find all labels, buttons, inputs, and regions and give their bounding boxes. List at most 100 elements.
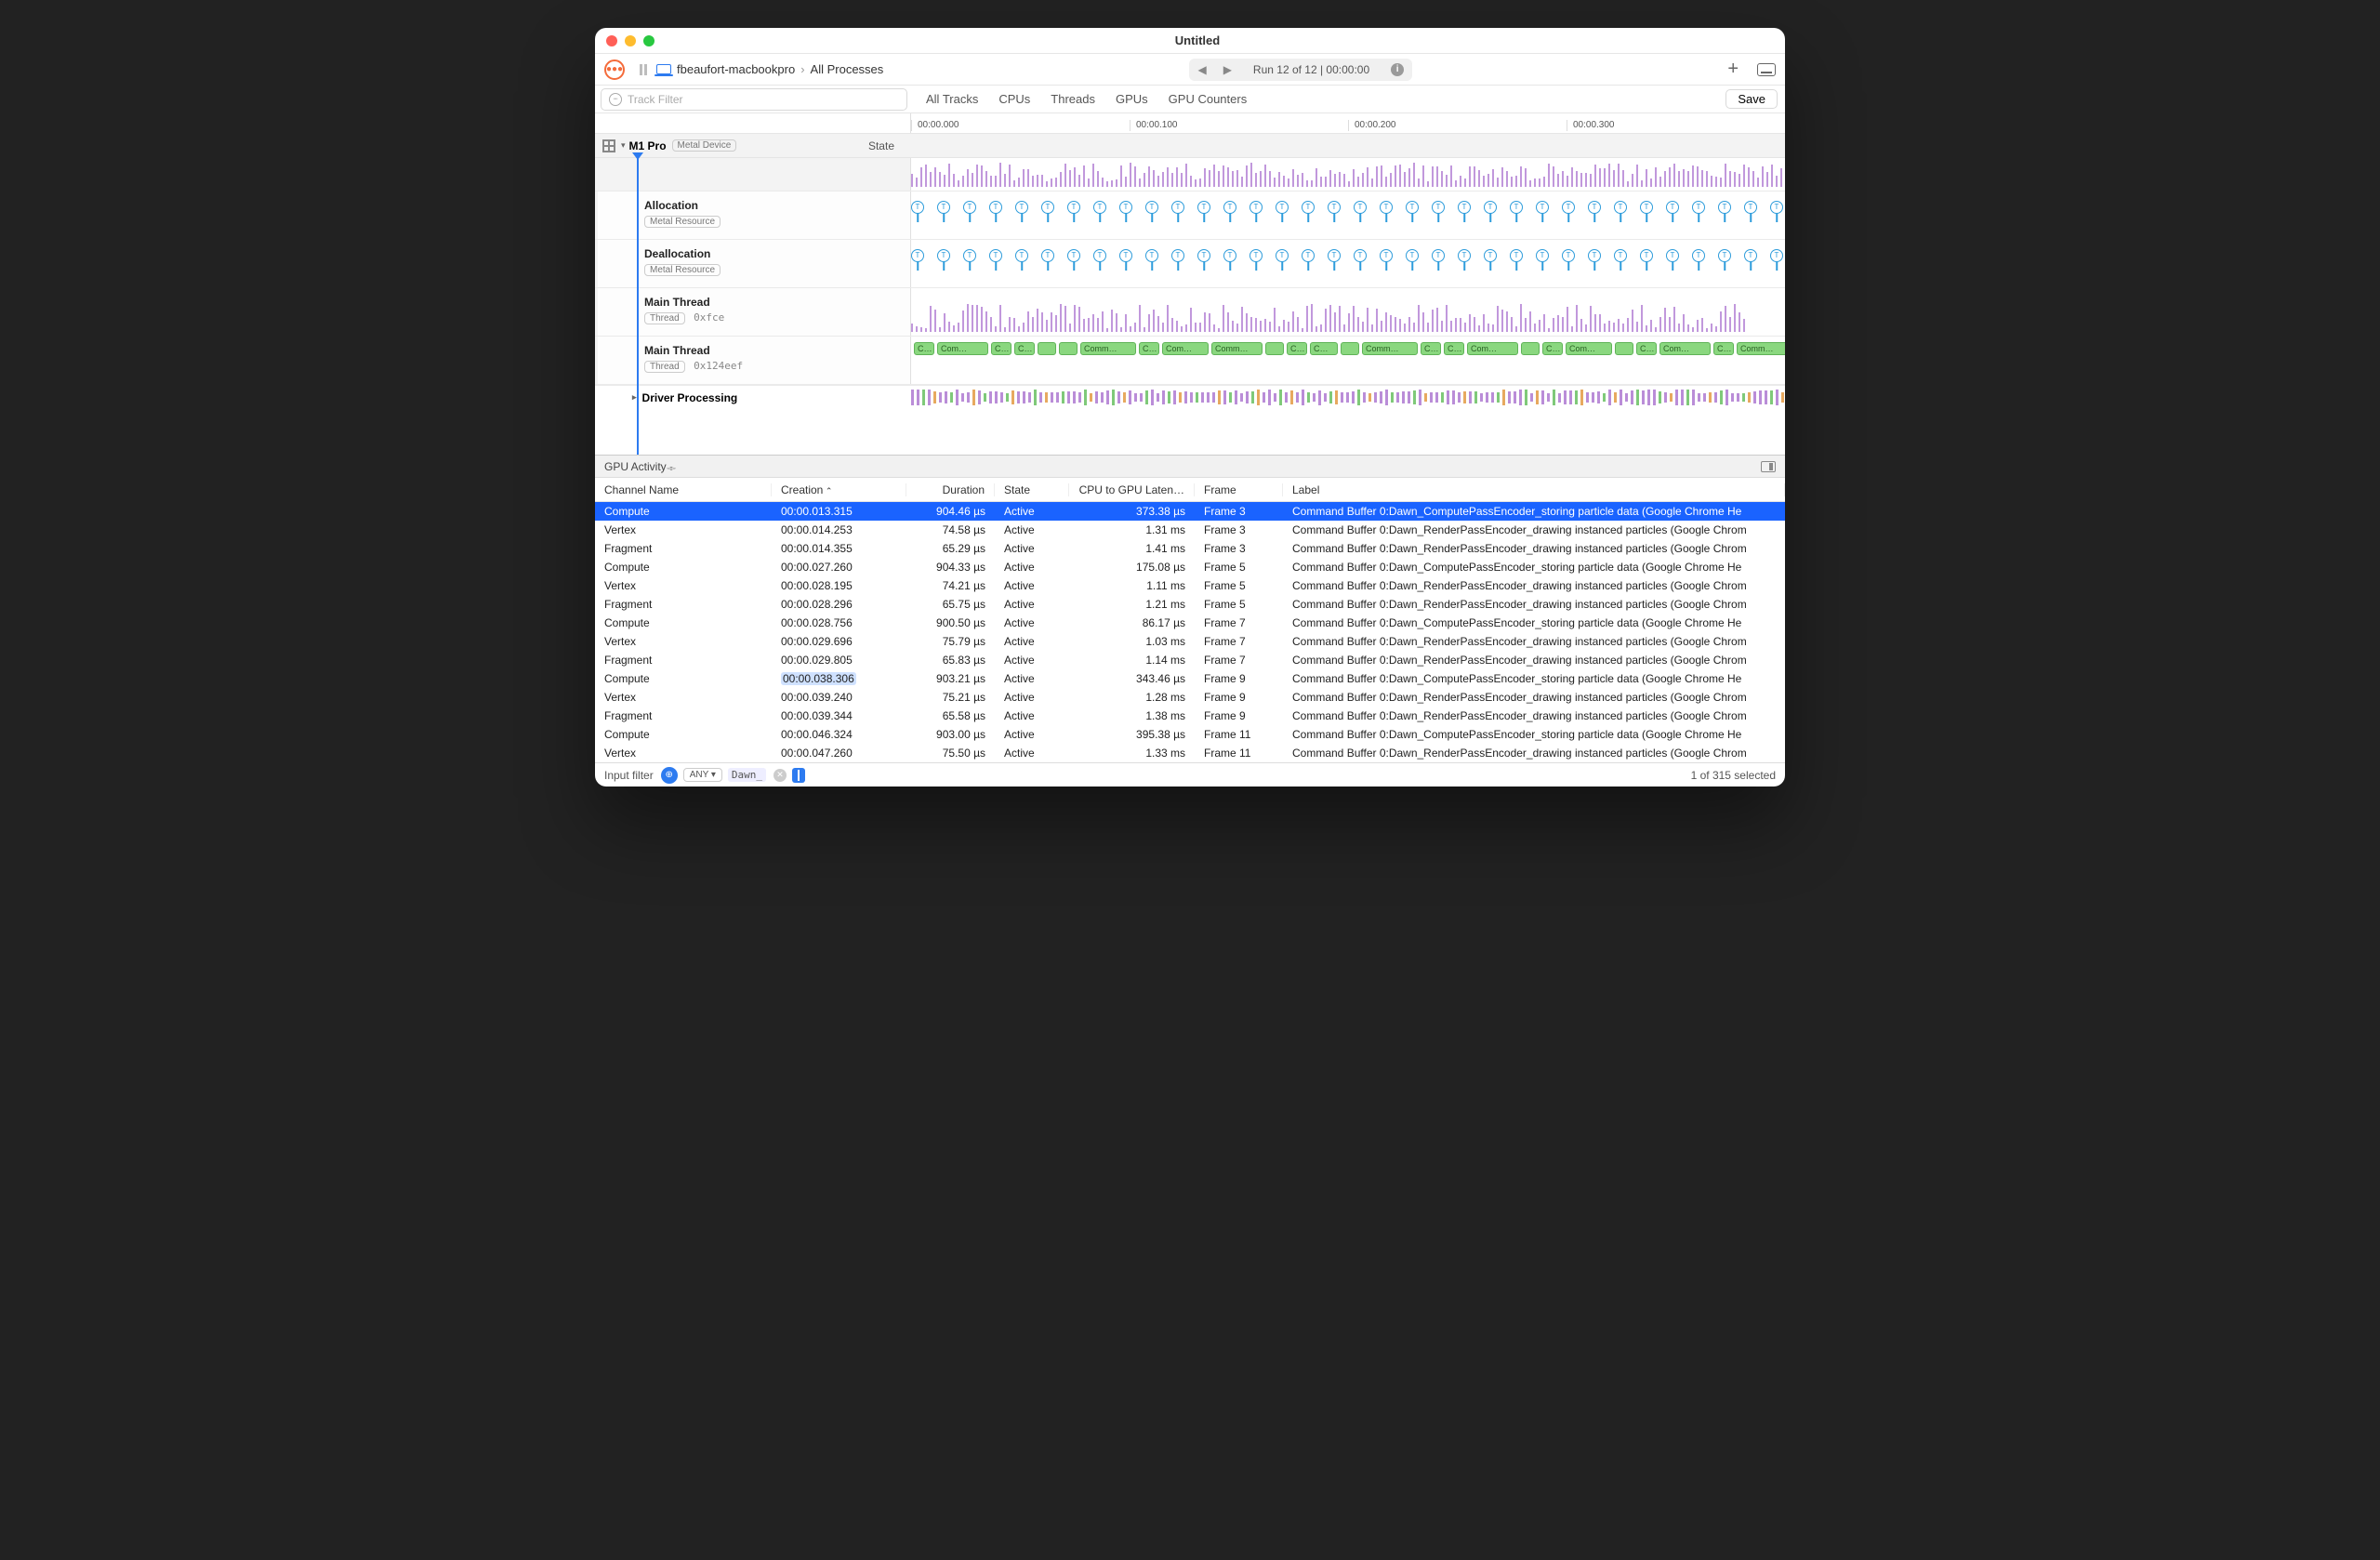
- record-icon[interactable]: ●●●: [604, 59, 625, 80]
- table-row[interactable]: Fragment00:00.028.29665.75 µsActive1.21 …: [595, 595, 1785, 614]
- track-main-thread-1: Main Thread Thread 0xfce: [595, 288, 1785, 337]
- table-body: Compute00:00.013.315904.46 µsActive373.3…: [595, 502, 1785, 762]
- track-name: Deallocation: [644, 247, 901, 260]
- panel-dropdown[interactable]: GPU Activity: [604, 460, 674, 473]
- run-prev-icon[interactable]: ◀: [1189, 63, 1214, 76]
- crumb-processes: All Processes: [811, 62, 884, 76]
- run-text: Run 12 of 12 | 00:00:00: [1240, 63, 1382, 76]
- state-lane[interactable]: [911, 158, 1785, 191]
- track-name: Main Thread: [644, 296, 901, 309]
- traffic-lights: [606, 35, 654, 46]
- selection-count: 1 of 315 selected: [1691, 769, 1776, 782]
- table-row[interactable]: Vertex00:00.047.26075.50 µsActive1.33 ms…: [595, 744, 1785, 762]
- device-type-pill: Metal Device: [672, 139, 737, 152]
- col-creation[interactable]: Creation: [772, 483, 906, 496]
- pause-button[interactable]: [640, 64, 647, 75]
- ruler-tick: 00:00.300: [1567, 120, 1785, 131]
- save-button[interactable]: Save: [1726, 89, 1778, 109]
- table-row[interactable]: Vertex00:00.028.19574.21 µsActive1.11 ms…: [595, 576, 1785, 595]
- table-row[interactable]: Vertex00:00.029.69675.79 µsActive1.03 ms…: [595, 632, 1785, 651]
- tab-threads[interactable]: Threads: [1051, 92, 1095, 106]
- table-row[interactable]: Vertex00:00.039.24075.21 µsActive1.28 ms…: [595, 688, 1785, 707]
- breadcrumb[interactable]: fbeaufort-macbookpro › All Processes: [656, 62, 883, 76]
- filter-chip[interactable]: Dawn_: [728, 768, 766, 782]
- device-name: M1 Pro: [629, 139, 667, 152]
- tab-all-tracks[interactable]: All Tracks: [926, 92, 978, 106]
- col-frame[interactable]: Frame: [1195, 483, 1283, 496]
- machine-name: fbeaufort-macbookpro: [677, 62, 795, 76]
- allocation-lane[interactable]: TTTTTTTTTTTTTTTTTTTTTTTTTTTTTTTTTTTTTTTT…: [911, 192, 1785, 239]
- close-icon[interactable]: [606, 35, 617, 46]
- filter-bar: ┉ Track Filter All Tracks CPUs Threads G…: [595, 86, 1785, 113]
- run-next-icon[interactable]: ▶: [1215, 63, 1240, 76]
- track-name: Allocation: [644, 199, 901, 212]
- footer-bar: Input filter ⊕ ANY ▾ Dawn_ ✕ 1 of 315 se…: [595, 762, 1785, 787]
- main-area: Allocation Metal Resource TTTTTTTTTTTTTT…: [595, 158, 1785, 456]
- table-row[interactable]: Compute00:00.046.324903.00 µsActive395.3…: [595, 725, 1785, 744]
- table-row[interactable]: Compute00:00.028.756900.50 µsActive86.17…: [595, 614, 1785, 632]
- layout-toggle-icon[interactable]: [1757, 63, 1776, 76]
- col-latency[interactable]: CPU to GPU Laten…: [1069, 483, 1195, 496]
- track-pill: Thread: [644, 312, 685, 324]
- table-row[interactable]: Compute00:00.038.306903.21 µsActive343.4…: [595, 669, 1785, 688]
- ruler-tick: 00:00.000: [911, 120, 1130, 131]
- col-state[interactable]: State: [995, 483, 1069, 496]
- driver-label: Driver Processing: [642, 391, 738, 404]
- ruler-tick: 00:00.200: [1348, 120, 1567, 131]
- clear-filter-icon[interactable]: ✕: [774, 769, 787, 782]
- table-row[interactable]: Fragment00:00.029.80565.83 µsActive1.14 …: [595, 651, 1785, 669]
- deallocation-lane[interactable]: TTTTTTTTTTTTTTTTTTTTTTTTTTTTTTTTTTTTTTTT…: [911, 240, 1785, 287]
- run-info-button[interactable]: i: [1382, 63, 1412, 76]
- table-row[interactable]: Vertex00:00.014.25374.58 µsActive1.31 ms…: [595, 521, 1785, 539]
- ruler-tick: 00:00.100: [1130, 120, 1348, 131]
- state-label: State: [868, 139, 894, 152]
- zoom-icon[interactable]: [643, 35, 654, 46]
- view-tabs: All Tracks CPUs Threads GPUs GPU Counter…: [926, 92, 1247, 106]
- track-pill: Metal Resource: [644, 264, 721, 276]
- track-main-thread-2: Main Thread Thread 0x124eef C…Com…C…C…Co…: [595, 337, 1785, 385]
- filter-any-dropdown[interactable]: ANY ▾: [683, 768, 722, 782]
- window-title: Untitled: [654, 33, 1740, 47]
- device-header: ▾ M1 Pro Metal Device State: [595, 134, 1785, 158]
- run-selector[interactable]: ◀ ▶ Run 12 of 12 | 00:00:00 i: [1189, 59, 1412, 81]
- track-pill: Metal Resource: [644, 216, 721, 228]
- titlebar: Untitled: [595, 28, 1785, 54]
- filter-toggle-icon[interactable]: [792, 768, 805, 783]
- chevron-right-icon: ›: [800, 62, 804, 76]
- track-pill: Thread: [644, 361, 685, 373]
- tab-gpus[interactable]: GPUs: [1116, 92, 1148, 106]
- track-allocation: Allocation Metal Resource TTTTTTTTTTTTTT…: [595, 192, 1785, 240]
- track-filter-placeholder: Track Filter: [628, 93, 683, 106]
- time-ruler-row: 00:00.000 00:00.100 00:00.200 00:00.300: [595, 113, 1785, 134]
- grid-icon: [602, 139, 615, 152]
- table-row[interactable]: Fragment00:00.014.35565.29 µsActive1.41 …: [595, 539, 1785, 558]
- col-channel[interactable]: Channel Name: [595, 483, 772, 496]
- time-ruler[interactable]: 00:00.000 00:00.100 00:00.200 00:00.300: [911, 113, 1785, 133]
- chevron-down-icon[interactable]: ▾: [621, 140, 626, 151]
- filter-operator-icon[interactable]: ⊕: [661, 767, 678, 784]
- side-panel-icon[interactable]: [1761, 461, 1776, 472]
- table-row[interactable]: Fragment00:00.039.34465.58 µsActive1.38 …: [595, 707, 1785, 725]
- col-duration[interactable]: Duration: [906, 483, 995, 496]
- driver-lane[interactable]: [911, 390, 1785, 406]
- cmd-lane[interactable]: C…Com…C…C…Comm…C…Com…Comm…C…C…Comm…C…C…C…: [911, 337, 1785, 384]
- add-button[interactable]: +: [1718, 59, 1748, 80]
- chevron-right-icon[interactable]: ▸: [632, 392, 637, 403]
- table-row[interactable]: Compute00:00.013.315904.46 µsActive373.3…: [595, 502, 1785, 521]
- panel-header: GPU Activity: [595, 456, 1785, 478]
- filter-icon: ┉: [609, 93, 622, 106]
- laptop-icon: [656, 64, 671, 74]
- track-name: Main Thread: [644, 344, 901, 357]
- playhead[interactable]: [637, 158, 639, 455]
- track-filter-input[interactable]: ┉ Track Filter: [601, 88, 907, 111]
- minimize-icon[interactable]: [625, 35, 636, 46]
- col-label[interactable]: Label: [1283, 483, 1785, 496]
- tab-cpus[interactable]: CPUs: [998, 92, 1030, 106]
- thread-lane[interactable]: [911, 288, 1785, 336]
- track-driver-processing: ▸ Driver Processing: [595, 385, 1785, 409]
- tab-gpu-counters[interactable]: GPU Counters: [1169, 92, 1248, 106]
- track-deallocation: Deallocation Metal Resource TTTTTTTTTTTT…: [595, 240, 1785, 288]
- table-header: Channel Name Creation Duration State CPU…: [595, 478, 1785, 502]
- table-row[interactable]: Compute00:00.027.260904.33 µsActive175.0…: [595, 558, 1785, 576]
- info-icon: i: [1391, 63, 1404, 76]
